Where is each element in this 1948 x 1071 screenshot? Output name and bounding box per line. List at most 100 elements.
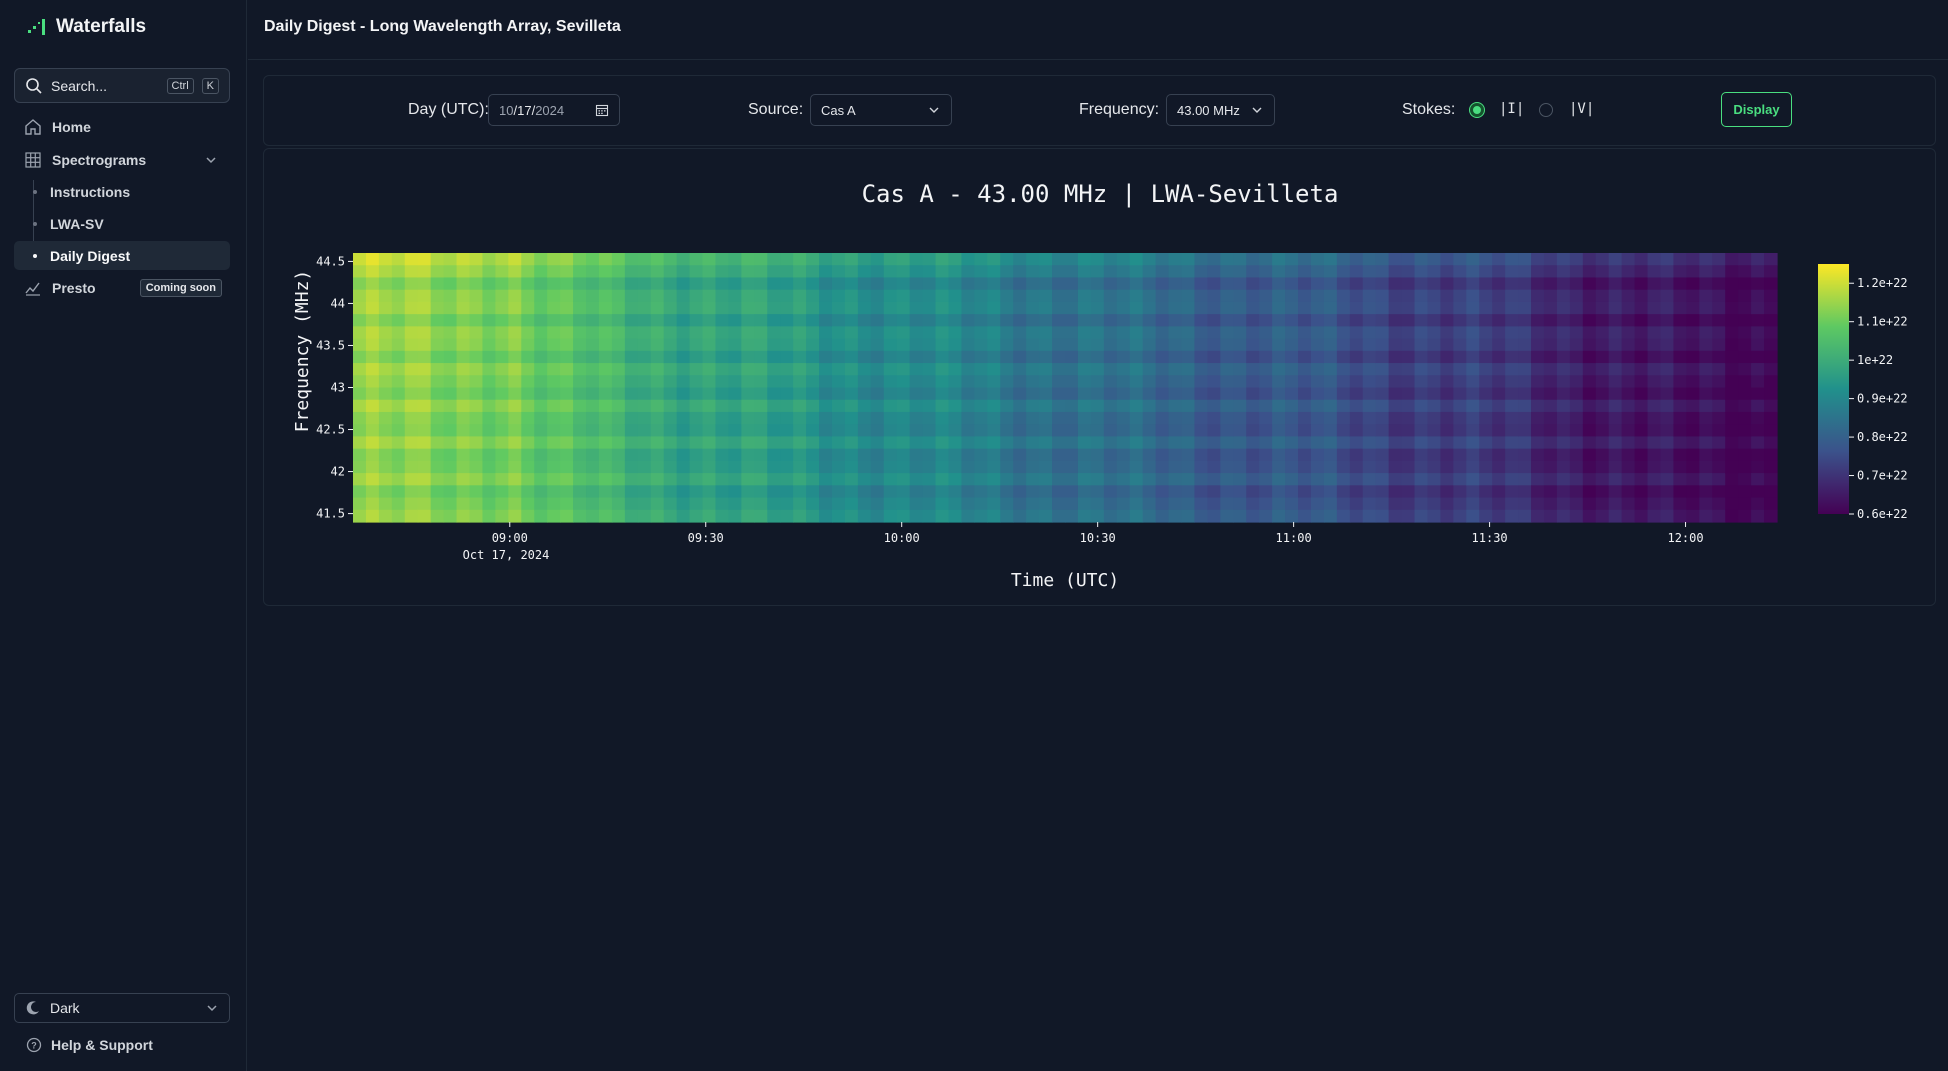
heatmap-cell (1220, 436, 1234, 450)
heatmap-cell (1479, 411, 1493, 425)
heatmap-cell (1362, 387, 1377, 401)
heatmap-cell (650, 436, 665, 450)
search-input[interactable]: Search... Ctrl K (14, 68, 230, 103)
stokes-i-label[interactable]: |I| (1499, 101, 1524, 117)
heatmap-cell (780, 363, 794, 376)
heatmap-cell (560, 436, 574, 450)
heatmap-cell (1233, 424, 1247, 438)
heatmap-cell (1336, 509, 1351, 523)
heatmap-cell (1168, 314, 1183, 327)
stokes-v-label[interactable]: |V| (1569, 101, 1594, 117)
heatmap-cell (676, 301, 691, 315)
heatmap-cell (1298, 509, 1312, 523)
heatmap-cell (1543, 448, 1558, 462)
heatmap-cell (560, 460, 574, 474)
heatmap-cell (741, 387, 755, 401)
heatmap-cell (353, 314, 367, 327)
stokes-i-radio[interactable] (1470, 103, 1484, 117)
heatmap-cell (391, 424, 406, 438)
heatmap-cell (1686, 301, 1700, 315)
source-select[interactable]: Cas A (810, 94, 952, 126)
sidebar-item-presto[interactable]: Presto Coming soon (14, 273, 230, 302)
heatmap-cell (598, 338, 613, 352)
sidebar-item-home[interactable]: Home (14, 112, 230, 141)
heatmap-cell (611, 326, 626, 340)
heatmap-cell (1052, 289, 1066, 303)
calendar-icon[interactable] (595, 103, 609, 117)
heatmap-cell (417, 338, 432, 352)
heatmap-cell (1362, 277, 1377, 291)
heatmap-cell (961, 277, 975, 291)
heatmap-cell (624, 473, 639, 486)
frequency-select[interactable]: 43.00 MHz (1166, 94, 1275, 126)
heatmap-cell (456, 326, 471, 340)
heatmap-cell (1686, 460, 1700, 474)
heatmap-cell (560, 338, 574, 352)
heatmap-cell (1155, 338, 1170, 352)
heatmap-cell (1000, 460, 1014, 474)
heatmap-cell (611, 424, 626, 438)
heatmap-cell (353, 277, 367, 291)
date-year[interactable]: 2024 (535, 103, 564, 118)
heatmap-cell (1401, 265, 1416, 279)
heatmap-cell (1310, 277, 1325, 291)
heatmap-cell (611, 485, 626, 499)
heatmap-cell (702, 326, 717, 340)
sidebar-item-instructions[interactable]: Instructions (14, 177, 230, 206)
heatmap-cell (1738, 497, 1752, 511)
heatmap-cell (1310, 301, 1325, 315)
heatmap-cell (948, 326, 963, 340)
heatmap-cell (909, 277, 924, 291)
heatmap-cell (1090, 277, 1105, 291)
heatmap-cell (1595, 314, 1610, 327)
heatmap-cell (456, 411, 471, 425)
heatmap-cell (1518, 326, 1532, 340)
heatmap-cell (521, 497, 535, 511)
heatmap-cell (586, 485, 600, 499)
heatmap-cell (741, 473, 755, 486)
heatmap-cell (598, 424, 613, 438)
heatmap-cell (1026, 375, 1040, 389)
display-button[interactable]: Display (1721, 92, 1792, 127)
heatmap-cell (1414, 509, 1429, 523)
heatmap-cell (780, 448, 794, 462)
heatmap-cell (987, 363, 1001, 376)
heatmap-cell (1285, 350, 1299, 364)
heatmap-cell (456, 338, 471, 352)
sidebar-item-spectrograms[interactable]: Spectrograms (14, 145, 230, 174)
heatmap-cell (1272, 387, 1286, 401)
sidebar-item-lwa-sv[interactable]: LWA-SV (14, 209, 230, 238)
help-support-link[interactable]: ? Help & Support (26, 1037, 153, 1053)
heatmap-cell (469, 265, 484, 279)
brand[interactable]: Waterfalls (26, 16, 146, 38)
heatmap-cell (1116, 277, 1131, 291)
date-day[interactable]: 17 (517, 103, 531, 118)
heatmap-cell (1414, 473, 1429, 486)
heatmap-cell (1414, 363, 1429, 376)
heatmap-cell (793, 253, 807, 266)
heatmap-cell (443, 399, 458, 413)
heatmap-cell (1505, 314, 1519, 327)
heatmap-cell (1608, 253, 1623, 266)
heatmap-cell (1375, 265, 1390, 279)
heatmap-cell (1518, 497, 1532, 511)
heatmap-cell (1531, 265, 1545, 279)
heatmap-cell (1660, 350, 1675, 364)
heatmap-cell (1673, 473, 1687, 486)
heatmap-cell (767, 411, 781, 425)
heatmap-cell (1259, 363, 1273, 376)
date-month[interactable]: 10 (499, 103, 513, 118)
sidebar-item-daily-digest[interactable]: Daily Digest (14, 241, 230, 270)
heatmap-cell (430, 253, 445, 266)
date-input[interactable]: 10 / 17 / 2024 (488, 94, 620, 126)
heatmap-cell (495, 350, 509, 364)
heatmap-cell (1401, 399, 1416, 413)
theme-select[interactable]: Dark (14, 993, 230, 1023)
heatmap-cell (1259, 289, 1273, 303)
stokes-v-radio[interactable] (1539, 103, 1553, 117)
heatmap-cell (650, 460, 665, 474)
heatmap-cell (754, 460, 768, 474)
heatmap-cell (780, 424, 794, 438)
heatmap-cell (1207, 424, 1221, 438)
heatmap-cell (1621, 314, 1636, 327)
